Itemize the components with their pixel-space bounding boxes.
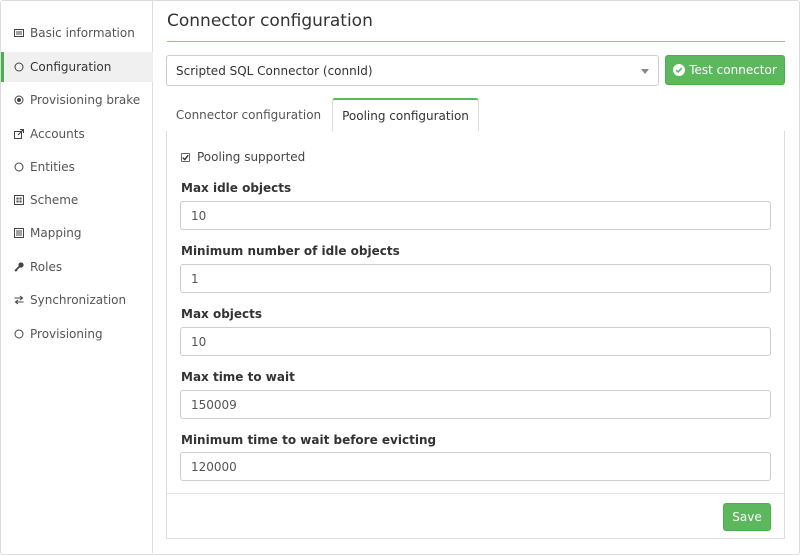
pooling-supported-label: Pooling supported [197,150,306,164]
sidebar-item-label: Provisioning brake [30,93,141,107]
caret-down-icon [641,69,649,74]
circle-icon [14,62,24,72]
save-button[interactable]: Save [723,503,771,531]
min-evict-time-label: Minimum time to wait before evicting [181,433,437,447]
tab-pooling-configuration[interactable]: Pooling configuration [332,98,479,132]
sidebar-item-roles[interactable]: Roles [1,252,153,282]
test-connector-button[interactable]: Test connector [665,55,785,85]
sidebar-item-label: Synchronization [30,293,127,307]
sidebar-item-label: Scheme [30,193,79,207]
sidebar-item-label: Configuration [30,60,112,74]
sidebar-item-label: Provisioning [30,327,103,341]
title-divider [167,41,785,42]
pooling-supported-checkbox[interactable] [181,153,190,162]
key-icon [14,262,24,272]
sidebar-item-label: Accounts [30,127,85,141]
sidebar-item-label: Entities [30,160,75,174]
max-objects-input[interactable] [180,327,771,356]
sidebar-item-label: Basic information [30,26,135,40]
max-idle-objects-label: Max idle objects [181,181,292,195]
max-time-to-wait-input[interactable] [180,390,771,419]
sidebar-item-label: Roles [30,260,63,274]
circle-icon [14,162,24,172]
sidebar-item-entities[interactable]: Entities [1,152,153,182]
grid-icon [14,195,24,205]
check-circle-icon [673,64,686,76]
tab-connector-configuration[interactable]: Connector configuration [166,98,331,132]
max-objects-label: Max objects [181,307,263,321]
test-connector-label: Test connector [689,63,777,77]
max-time-to-wait-label: Max time to wait [181,370,295,384]
min-idle-objects-input[interactable] [180,264,771,293]
sidebar-item-provisioning-brake[interactable]: Provisioning brake [1,85,153,115]
id-card-icon [14,28,24,38]
sidebar-item-configuration[interactable]: Configuration [1,52,153,82]
sidebar-item-provisioning[interactable]: Provisioning [1,319,153,349]
sidebar-item-scheme[interactable]: Scheme [1,185,153,215]
sidebar-item-accounts[interactable]: Accounts [1,119,153,149]
sidebar-item-label: Mapping [30,226,82,240]
sidebar-item-basic-information[interactable]: Basic information [1,18,153,48]
max-idle-objects-input[interactable] [180,201,771,230]
min-evict-time-input[interactable] [180,452,771,481]
sidebar: Basic information Configuration Provisio… [1,1,153,553]
external-link-icon [14,129,24,139]
checkmark-icon [182,154,189,161]
exchange-icon [14,295,24,305]
panel-footer-divider [167,493,784,494]
min-idle-objects-label: Minimum number of idle objects [181,244,400,258]
sidebar-item-synchronization[interactable]: Synchronization [1,285,153,315]
connector-select[interactable]: Scripted SQL Connector (connId) [166,55,659,86]
connector-select-value: Scripted SQL Connector (connId) [176,63,373,78]
page-title: Connector configuration [167,11,373,31]
dot-circle-icon [14,95,24,105]
list-icon [14,228,24,238]
sidebar-item-mapping[interactable]: Mapping [1,218,153,248]
circle-icon [14,329,24,339]
